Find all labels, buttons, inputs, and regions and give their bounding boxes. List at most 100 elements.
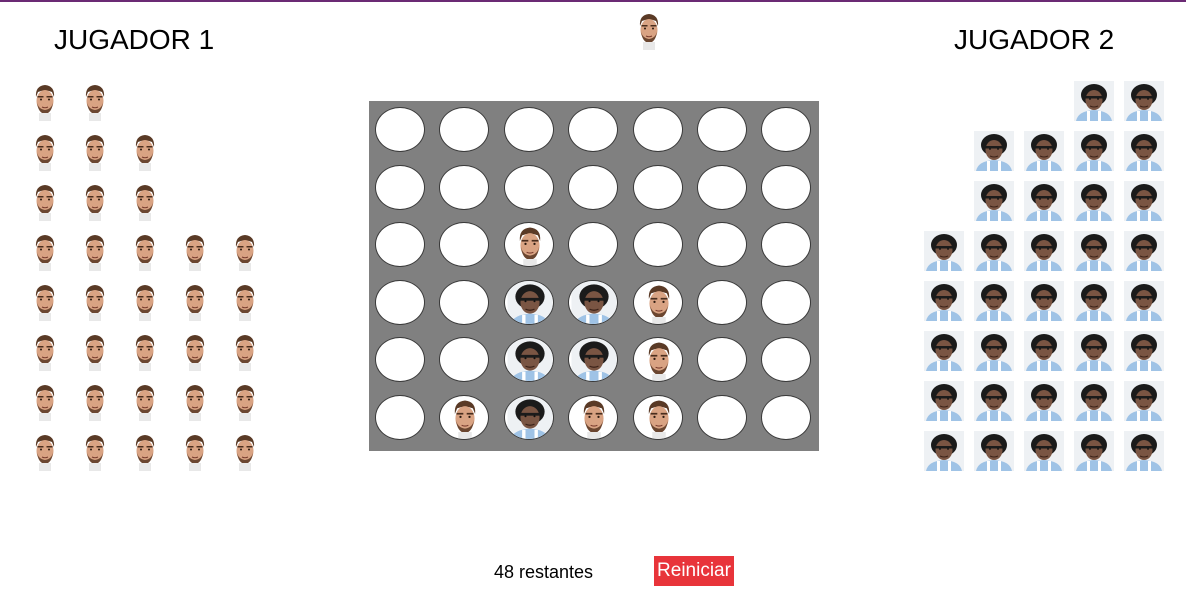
board-cell[interactable] (632, 279, 683, 325)
messi-face-icon (230, 231, 260, 271)
maradona-face-icon (1124, 281, 1164, 321)
board-cell[interactable] (568, 222, 619, 267)
maradona-face-icon (924, 381, 964, 421)
messi-face-icon (80, 381, 110, 421)
messi-face-icon (130, 381, 160, 421)
board-cell[interactable] (632, 107, 683, 152)
board-cell[interactable] (761, 394, 812, 440)
board-cell[interactable] (761, 107, 812, 152)
maradona-face-icon (1124, 431, 1164, 471)
board-cell[interactable] (439, 164, 490, 210)
board-cell[interactable] (632, 164, 683, 210)
board-cell[interactable] (761, 222, 812, 267)
maradona-face-icon (1024, 281, 1064, 321)
game-board (369, 101, 819, 451)
messi-face-icon (30, 431, 60, 471)
board-cell[interactable] (568, 337, 619, 382)
messi-face-icon (30, 131, 60, 171)
maradona-face-icon (974, 431, 1014, 471)
player-2-title: JUGADOR 2 (954, 24, 1115, 55)
board-cell[interactable] (375, 279, 425, 325)
messi-face-icon (80, 131, 110, 171)
board-cell[interactable] (697, 164, 747, 210)
maradona-face-icon (974, 331, 1014, 371)
maradona-face-icon (1074, 331, 1114, 371)
board-cell[interactable] (503, 164, 554, 210)
maradona-face-icon (924, 281, 964, 321)
board-cell[interactable] (568, 279, 619, 325)
messi-face-icon (80, 231, 110, 271)
board-cell[interactable] (632, 394, 683, 440)
board-cell[interactable] (439, 279, 490, 325)
messi-face-icon (30, 281, 60, 321)
board-cell[interactable] (503, 279, 554, 325)
maradona-face-icon (924, 431, 964, 471)
board-cell[interactable] (697, 279, 747, 325)
board-cell[interactable] (761, 337, 812, 382)
board-cell[interactable] (568, 107, 619, 152)
board-cell[interactable] (568, 394, 619, 440)
maradona-face-icon (1124, 331, 1164, 371)
messi-face-icon (80, 331, 110, 371)
board-cell[interactable] (503, 222, 554, 267)
board-cell[interactable] (503, 394, 554, 440)
messi-face-icon (30, 81, 60, 121)
messi-face-icon (30, 181, 60, 221)
maradona-face-icon (1074, 431, 1114, 471)
messi-face-icon (230, 431, 260, 471)
board-cell[interactable] (375, 222, 425, 267)
messi-face-icon (130, 431, 160, 471)
maradona-face-icon (1124, 181, 1164, 221)
board-cell[interactable] (439, 394, 490, 440)
maradona-face-icon (1074, 181, 1114, 221)
maradona-face-icon (1074, 231, 1114, 271)
maradona-face-icon (1124, 381, 1164, 421)
messi-face-icon (230, 381, 260, 421)
messi-face-icon (130, 181, 160, 221)
messi-face-icon (80, 181, 110, 221)
maradona-face-icon (974, 281, 1014, 321)
player-1-title: JUGADOR 1 (54, 24, 215, 55)
maradona-face-icon (1074, 81, 1114, 121)
board-cell[interactable] (375, 164, 425, 210)
board-cell[interactable] (439, 107, 490, 152)
messi-face-icon (80, 281, 110, 321)
remaining-count: 48 restantes (494, 562, 594, 582)
maradona-face-icon (974, 381, 1014, 421)
maradona-face-icon (1124, 81, 1164, 121)
maradona-face-icon (1024, 131, 1064, 171)
maradona-face-icon (974, 131, 1014, 171)
board-cell[interactable] (761, 279, 812, 325)
messi-face-icon (80, 431, 110, 471)
messi-face-icon (180, 231, 210, 271)
board-cell[interactable] (697, 107, 747, 152)
board-cell[interactable] (375, 337, 425, 382)
maradona-face-icon (924, 331, 964, 371)
maradona-face-icon (1024, 331, 1064, 371)
maradona-face-icon (1124, 131, 1164, 171)
maradona-face-icon (1124, 231, 1164, 271)
board-cell[interactable] (632, 337, 683, 382)
board-cell[interactable] (632, 222, 683, 267)
messi-face-icon (130, 231, 160, 271)
maradona-face-icon (974, 181, 1014, 221)
top-border (0, 0, 1186, 2)
board-cell[interactable] (439, 337, 490, 382)
maradona-face-icon (1024, 231, 1064, 271)
board-cell[interactable] (503, 107, 554, 152)
messi-face-icon (130, 281, 160, 321)
maradona-face-icon (1074, 281, 1114, 321)
board-cell[interactable] (697, 222, 747, 267)
board-cell[interactable] (568, 164, 619, 210)
board-cell[interactable] (439, 222, 490, 267)
messi-face-icon (130, 331, 160, 371)
board-cell[interactable] (697, 337, 747, 382)
maradona-face-icon (1074, 381, 1114, 421)
board-cell[interactable] (375, 394, 425, 440)
board-cell[interactable] (375, 107, 425, 152)
board-cell[interactable] (697, 394, 747, 440)
messi-face-icon (30, 381, 60, 421)
board-cell[interactable] (761, 164, 812, 210)
board-cell[interactable] (503, 337, 554, 382)
reset-button[interactable]: Reiniciar (654, 556, 734, 586)
